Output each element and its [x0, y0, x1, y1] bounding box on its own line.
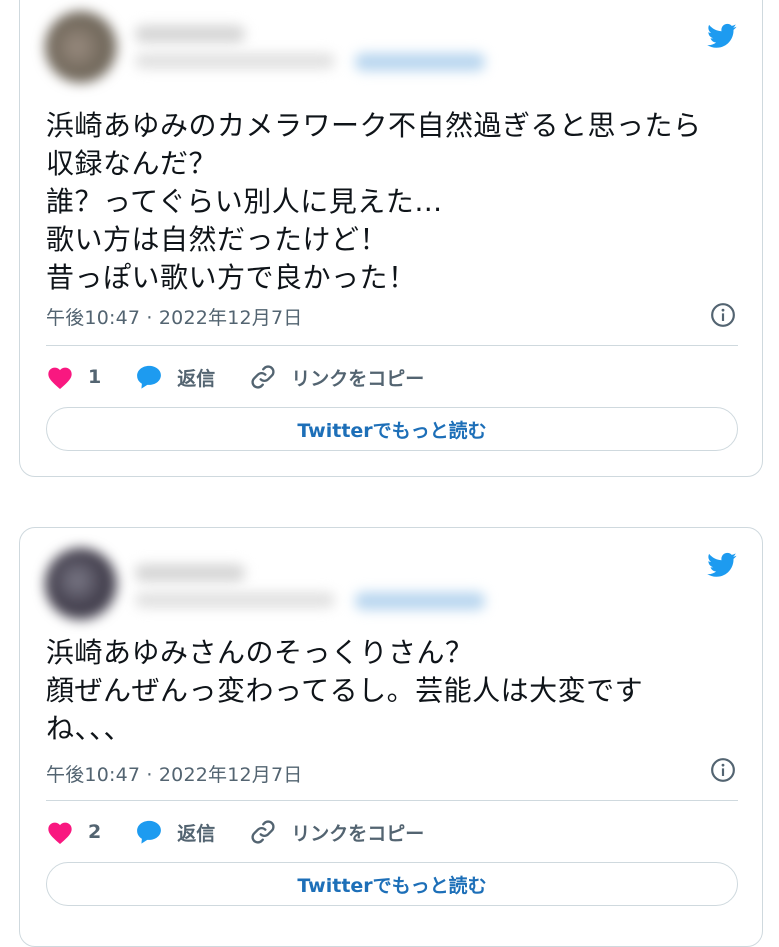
tweet-author-header[interactable]	[45, 0, 505, 83]
reply-button[interactable]: 返信	[135, 819, 215, 846]
twitter-bird-icon[interactable]	[704, 21, 740, 51]
speech-bubble-icon	[137, 820, 162, 844]
tweet-text: 浜崎あゆみのカメラワーク不自然過ぎると思ったら 収録なんだ？ 誰？ってぐらい別人…	[46, 109, 702, 294]
link-icon	[251, 820, 275, 844]
tweet-card: 浜崎あゆみさんのそっくりさん？ 顔ぜんぜんっ変わってるし。芸能人は大変です ね、…	[19, 527, 763, 947]
reply-label: 返信	[177, 822, 216, 845]
like-button[interactable]: 2	[46, 819, 101, 845]
heart-icon	[48, 367, 72, 390]
tweet-actions: 1 返信 リンクをコピー	[46, 360, 738, 394]
like-count: 2	[88, 821, 102, 843]
like-button[interactable]: 1	[46, 364, 101, 390]
read-more-button[interactable]: Twitterでもっと読む	[46, 407, 738, 451]
copy-link-button[interactable]: リンクをコピー	[249, 818, 424, 846]
tweet-timestamp[interactable]: 午後10:47 · 2022年12月7日	[46, 760, 303, 787]
author-handle-redacted	[135, 53, 335, 69]
avatar[interactable]	[45, 11, 117, 83]
tweet-actions: 2 返信 リンクをコピー	[46, 815, 738, 849]
follow-link-redacted[interactable]	[355, 53, 485, 71]
heart-icon	[48, 822, 72, 845]
tweet-timestamp[interactable]: 午後10:47 · 2022年12月7日	[46, 303, 303, 330]
info-icon[interactable]	[710, 302, 736, 328]
divider	[46, 800, 738, 801]
copy-link-button[interactable]: リンクをコピー	[249, 363, 424, 391]
read-more-button[interactable]: Twitterでもっと読む	[46, 862, 738, 906]
info-icon[interactable]	[710, 757, 736, 783]
copy-link-label: リンクをコピー	[291, 367, 425, 390]
copy-link-label: リンクをコピー	[291, 822, 425, 845]
reply-label: 返信	[177, 367, 216, 390]
author-name-redacted	[135, 25, 245, 43]
follow-link-redacted[interactable]	[355, 592, 485, 610]
like-count: 1	[88, 366, 102, 388]
twitter-bird-icon[interactable]	[704, 550, 740, 580]
link-icon	[251, 365, 275, 389]
tweet-author-header[interactable]	[45, 538, 505, 620]
tweet-text: 浜崎あゆみさんのそっくりさん？ 顔ぜんぜんっ変わってるし。芸能人は大変です ね、…	[46, 636, 644, 745]
speech-bubble-icon	[137, 365, 162, 389]
author-name-redacted	[135, 564, 245, 582]
author-handle-redacted	[135, 592, 335, 608]
avatar[interactable]	[45, 548, 117, 620]
reply-button[interactable]: 返信	[135, 364, 215, 391]
divider	[46, 345, 738, 346]
tweet-card: 浜崎あゆみのカメラワーク不自然過ぎると思ったら 収録なんだ？ 誰？ってぐらい別人…	[19, 0, 763, 477]
